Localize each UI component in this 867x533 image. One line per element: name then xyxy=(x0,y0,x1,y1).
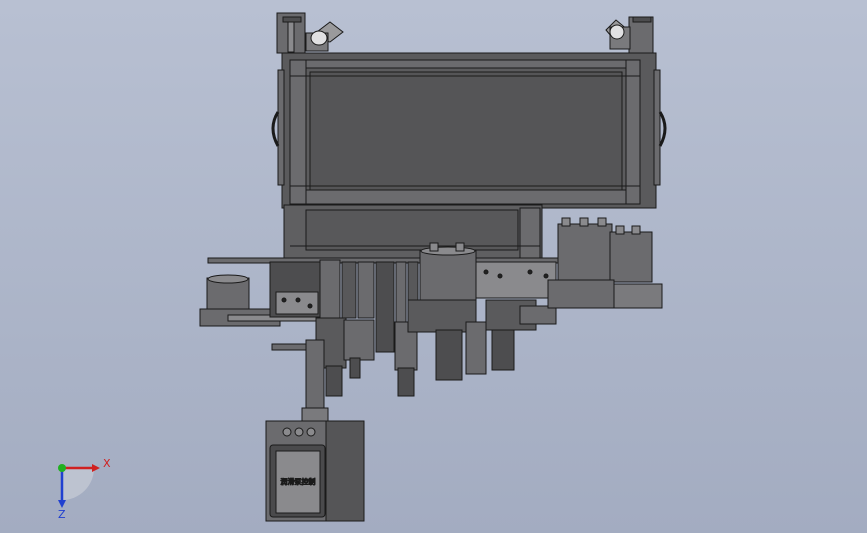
right-motors xyxy=(547,217,663,309)
left-beacon-light xyxy=(276,12,344,54)
triad-quadrant xyxy=(62,468,94,500)
cad-viewport[interactable]: 润滑泵控制 X Z xyxy=(0,0,867,533)
machine-assembly: 润滑泵控制 xyxy=(199,12,667,522)
left-module xyxy=(269,261,323,318)
z-axis-label: Z xyxy=(58,508,66,521)
center-drum xyxy=(407,242,487,381)
x-axis-arrow xyxy=(92,464,100,472)
lower-frame xyxy=(283,204,543,263)
cylinder-cluster xyxy=(315,259,419,397)
main-frame xyxy=(271,52,667,209)
z-axis-arrow xyxy=(58,500,66,508)
right-beacon-light xyxy=(605,16,654,54)
lubrication-control-box: 润滑泵控制 xyxy=(265,420,365,522)
y-axis-dot xyxy=(58,464,66,472)
right-module xyxy=(475,261,557,371)
x-axis-label: X xyxy=(103,457,111,470)
axis-triad: X Z xyxy=(58,457,111,521)
support-post xyxy=(271,339,329,423)
control-box-label: 润滑泵控制 xyxy=(281,477,316,486)
